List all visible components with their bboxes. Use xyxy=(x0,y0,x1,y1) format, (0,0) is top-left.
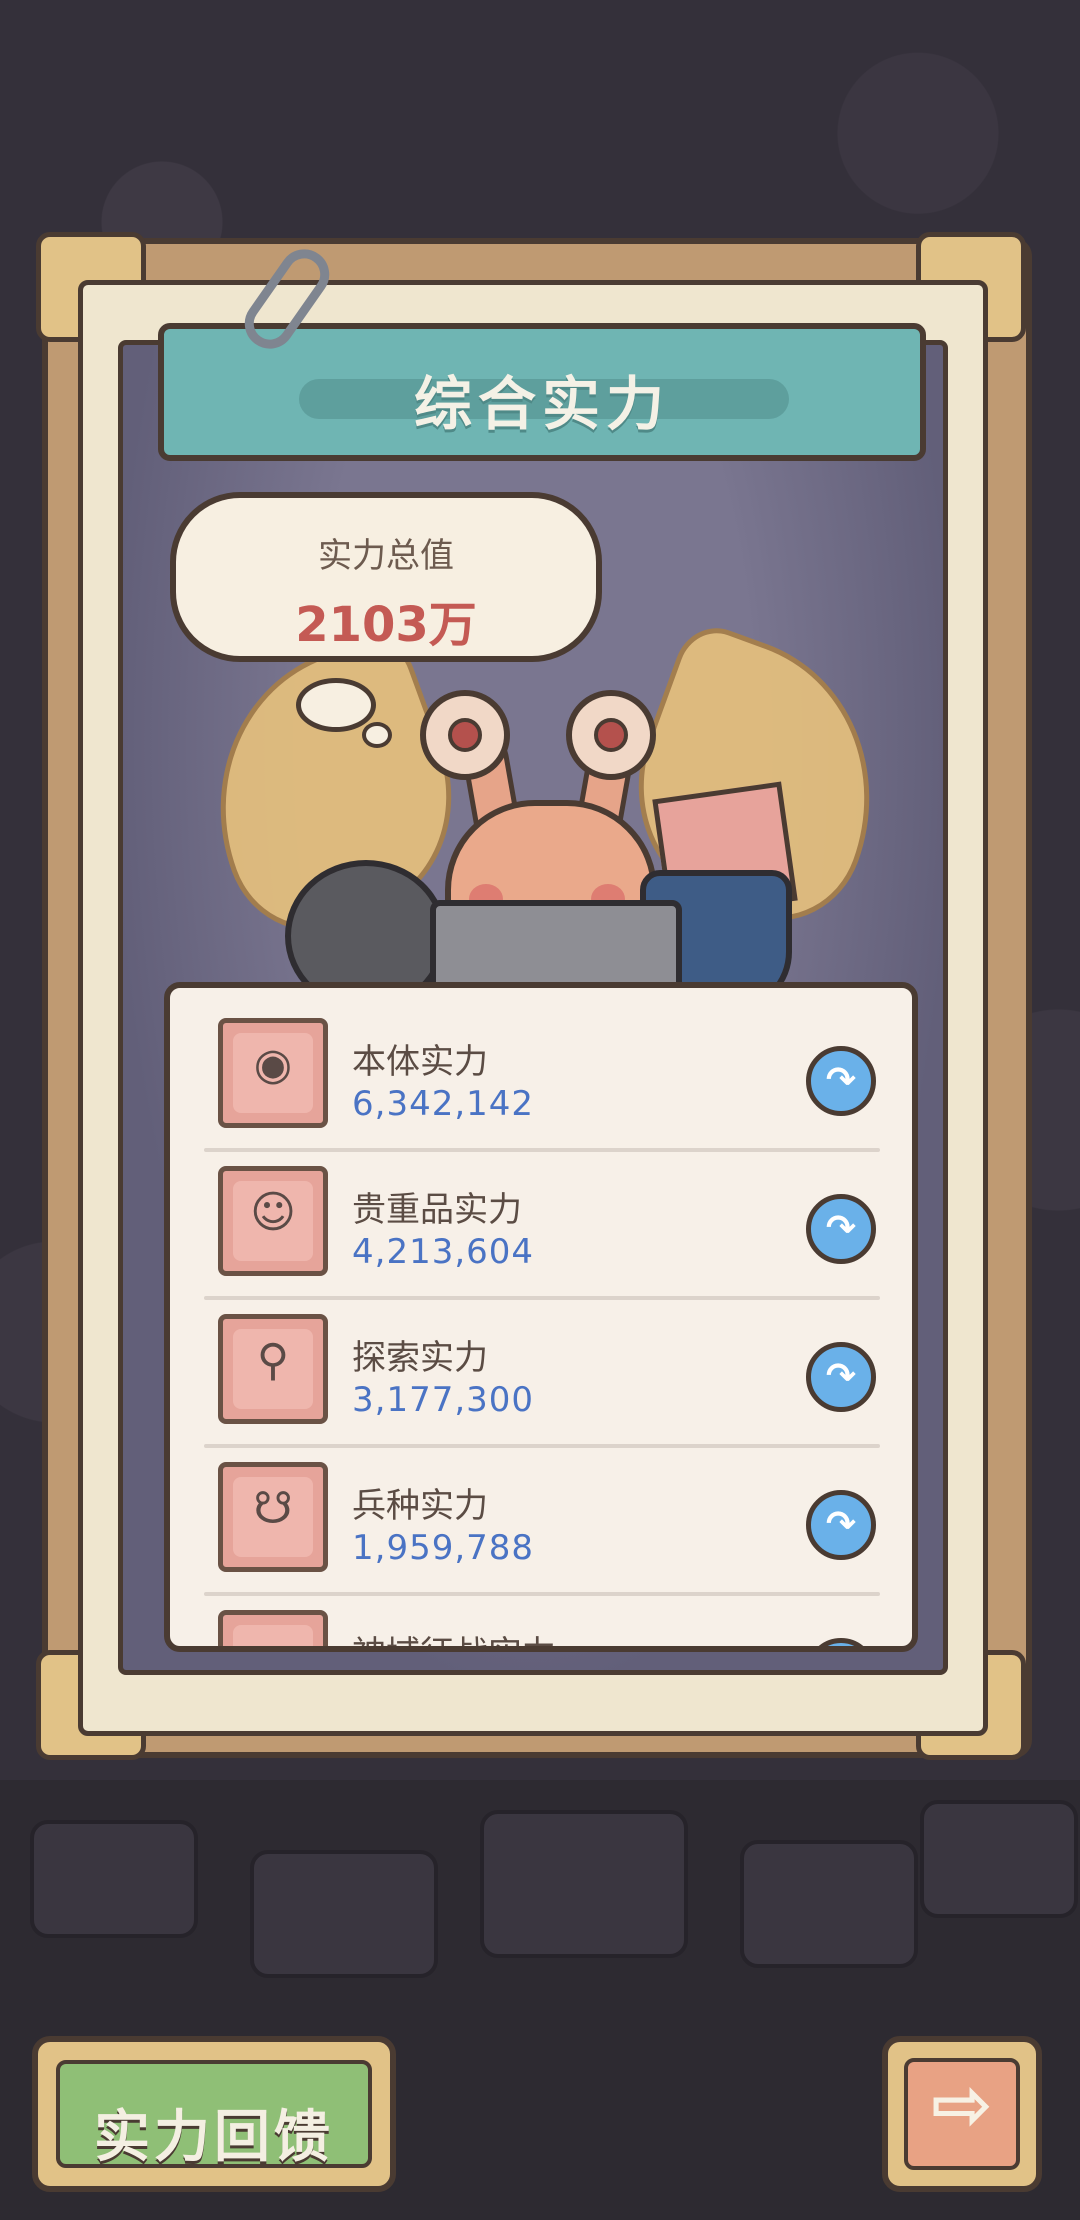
item-name: 兵种实力 xyxy=(352,1486,488,1526)
item-name: 探索实力 xyxy=(352,1338,488,1378)
statue-bust-icon: ☺ xyxy=(218,1166,328,1276)
item-name: 神域征战实力 xyxy=(352,1626,556,1646)
item-value: 3,177,300 xyxy=(352,1380,535,1420)
feedback-button-label: 实力回馈 xyxy=(94,2105,334,2170)
list-item[interactable]: 神域征战实力 ↷ xyxy=(170,1580,912,1646)
power-breakdown-list[interactable]: ◉ 本体实力 6,342,142 ↷ ☺ 贵重品实力 4,213,604 ↷ ⚲… xyxy=(164,982,918,1652)
thought-dot xyxy=(296,678,376,732)
left-eye-icon xyxy=(420,690,510,780)
item-value: 6,342,142 xyxy=(352,1084,535,1124)
winged-snail-icon: ◉ xyxy=(218,1018,328,1128)
rock xyxy=(920,1800,1078,1918)
item-value: 1,959,788 xyxy=(352,1528,535,1568)
rock xyxy=(480,1810,688,1958)
next-button[interactable]: ⇨ xyxy=(882,2036,1042,2192)
right-arrow-icon: ⇨ xyxy=(904,2058,1020,2170)
rock xyxy=(250,1850,438,1978)
list-item[interactable]: ⚲ 探索实力 3,177,300 ↷ xyxy=(170,1284,912,1448)
pupil xyxy=(448,718,482,752)
detail-button[interactable]: ↷ xyxy=(806,1490,876,1560)
partial-icon xyxy=(218,1610,328,1646)
item-name: 贵重品实力 xyxy=(352,1190,522,1230)
pupil xyxy=(594,718,628,752)
list-item[interactable]: ☺ 贵重品实力 4,213,604 ↷ xyxy=(170,1136,912,1300)
rock xyxy=(740,1840,918,1968)
magnifier-icon: ⚲ xyxy=(218,1314,328,1424)
detail-button[interactable]: ↷ xyxy=(806,1046,876,1116)
right-eye-icon xyxy=(566,690,656,780)
feedback-button-face: 实力回馈 xyxy=(56,2060,372,2170)
total-power-label: 实力总值 xyxy=(318,536,454,576)
soldier-snail-icon: ☋ xyxy=(218,1462,328,1572)
total-power-bubble: 实力总值 2103万 xyxy=(170,492,602,662)
thought-dot xyxy=(362,722,392,748)
total-power-value: 2103万 xyxy=(295,597,477,653)
detail-button[interactable]: ↷ xyxy=(806,1342,876,1412)
item-value: 4,213,604 xyxy=(352,1232,535,1272)
item-name: 本体实力 xyxy=(352,1042,488,1082)
page-title: 综合实力 xyxy=(413,370,670,438)
list-item[interactable]: ◉ 本体实力 6,342,142 ↷ xyxy=(170,988,912,1152)
detail-button[interactable]: ↷ xyxy=(806,1638,876,1646)
detail-button[interactable]: ↷ xyxy=(806,1194,876,1264)
rock xyxy=(30,1820,198,1938)
power-feedback-button[interactable]: 实力回馈 xyxy=(32,2036,396,2192)
list-item[interactable]: ☋ 兵种实力 1,959,788 ↷ xyxy=(170,1432,912,1596)
